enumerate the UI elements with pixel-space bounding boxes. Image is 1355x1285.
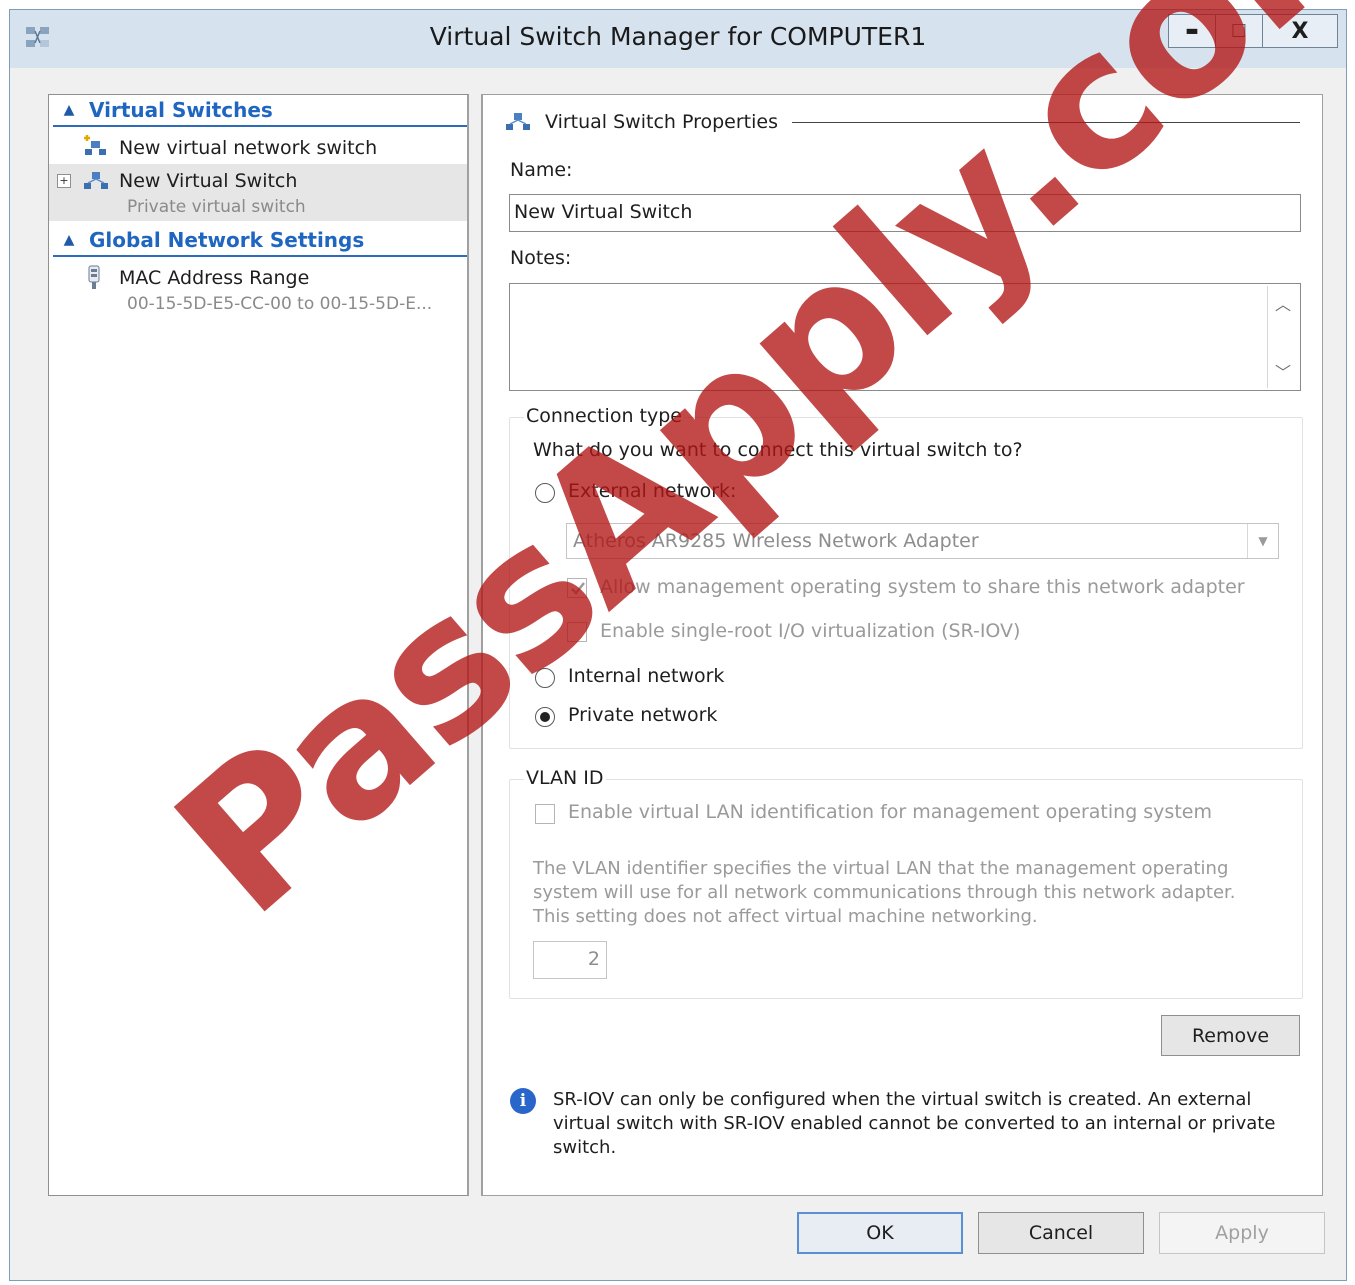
- expand-icon[interactable]: +: [57, 174, 71, 188]
- collapse-chevron-icon[interactable]: ▲: [57, 228, 81, 252]
- external-network-label: External network:: [568, 480, 737, 502]
- virtual-switches-heading: Virtual Switches: [89, 98, 273, 122]
- enable-sriov-label: Enable single-root I/O virtualization (S…: [600, 620, 1021, 642]
- private-network-radio-button[interactable]: [535, 707, 555, 727]
- global-network-settings-section-header[interactable]: ▲ Global Network Settings: [53, 225, 467, 257]
- vlan-id-legend: VLAN ID: [524, 767, 606, 789]
- cancel-button[interactable]: Cancel: [978, 1212, 1144, 1254]
- close-button[interactable]: X: [1262, 14, 1338, 48]
- internal-network-radio-button[interactable]: [535, 668, 555, 688]
- allow-management-checkbox-box[interactable]: [567, 578, 587, 598]
- header-divider: [792, 121, 1300, 123]
- allow-management-label: Allow management operating system to sha…: [600, 576, 1245, 598]
- apply-button[interactable]: Apply: [1159, 1212, 1325, 1254]
- internal-network-label: Internal network: [568, 665, 725, 687]
- checkmark-icon: [571, 582, 585, 595]
- scroll-down-icon[interactable]: ﹀: [1268, 356, 1298, 386]
- properties-pane: Virtual Switch Properties Name: New Virt…: [481, 94, 1323, 1196]
- sidebar-item-label: New virtual network switch: [119, 136, 378, 159]
- network-adapter-select[interactable]: Atheros AR9285 Wireless Network Adapter …: [566, 523, 1279, 559]
- window-controls: ▬ ☐ X: [1168, 14, 1338, 48]
- global-network-settings-heading: Global Network Settings: [89, 228, 365, 252]
- properties-header: Virtual Switch Properties: [503, 107, 1300, 137]
- nic-icon: [88, 265, 100, 289]
- vlan-id-field[interactable]: 2: [533, 941, 607, 979]
- navigation-pane: ▲ Virtual Switches New virtual network s…: [48, 94, 469, 1196]
- dialog-client-area: ▲ Virtual Switches New virtual network s…: [10, 68, 1346, 1280]
- properties-heading: Virtual Switch Properties: [545, 111, 779, 133]
- remove-button[interactable]: Remove: [1161, 1015, 1300, 1056]
- sidebar-item-new-virtual-switch[interactable]: + New Virtual Switch Private virtual swi…: [49, 164, 467, 221]
- enable-vlan-label: Enable virtual LAN identification for ma…: [568, 801, 1212, 823]
- private-network-label: Private network: [568, 704, 718, 726]
- name-label: Name:: [510, 159, 573, 181]
- dialog-window: Virtual Switch Manager for COMPUTER1 ▬ ☐…: [9, 9, 1347, 1281]
- sidebar-item-mac-address-range[interactable]: MAC Address Range 00-15-5D-E5-CC-00 to 0…: [49, 261, 467, 318]
- network-switch-icon: [506, 113, 530, 130]
- window-title: Virtual Switch Manager for COMPUTER1: [429, 22, 927, 51]
- sidebar-item-label: MAC Address Range: [119, 266, 310, 289]
- maximize-icon: ☐: [1230, 20, 1248, 42]
- radio-selected-dot: [540, 712, 550, 722]
- sriov-info-text: SR-IOV can only be configured when the v…: [553, 1089, 1276, 1158]
- vlan-id-value: 2: [587, 948, 600, 970]
- minimize-button[interactable]: ▬: [1168, 14, 1216, 48]
- minimize-icon: ▬: [1185, 23, 1199, 39]
- sidebar-item-new-virtual-network-switch[interactable]: New virtual network switch: [49, 131, 467, 164]
- network-adapter-value: Atheros AR9285 Wireless Network Adapter: [573, 530, 979, 552]
- collapse-chevron-icon[interactable]: ▲: [57, 98, 81, 122]
- info-icon: i: [510, 1088, 536, 1114]
- sidebar-item-subtitle: Private virtual switch: [127, 197, 306, 217]
- enable-vlan-checkbox-box[interactable]: [535, 804, 555, 824]
- new-switch-icon: [84, 134, 106, 155]
- scroll-up-icon[interactable]: ︿: [1268, 288, 1298, 318]
- external-network-radio-button[interactable]: [535, 483, 555, 503]
- dropdown-arrow-icon[interactable]: ▼: [1247, 524, 1278, 558]
- notes-label: Notes:: [510, 247, 572, 269]
- name-field-value: New Virtual Switch: [514, 201, 693, 223]
- connection-question: What do you want to connect this virtual…: [533, 439, 1023, 461]
- name-field[interactable]: New Virtual Switch: [509, 194, 1301, 232]
- ok-button[interactable]: OK: [797, 1212, 963, 1254]
- notes-field[interactable]: ︿ ﹀: [509, 283, 1301, 391]
- connection-type-legend: Connection type: [524, 405, 684, 427]
- close-icon: X: [1291, 18, 1309, 44]
- enable-sriov-checkbox-box[interactable]: [567, 622, 587, 642]
- mac-range-value: 00-15-5D-E5-CC-00 to 00-15-5D-E...: [127, 294, 433, 314]
- network-switch-icon: [84, 171, 108, 189]
- sidebar-item-label: New Virtual Switch: [119, 169, 298, 192]
- vlan-description: The VLAN identifier specifies the virtua…: [533, 858, 1236, 927]
- maximize-button[interactable]: ☐: [1215, 14, 1263, 48]
- virtual-switches-section-header[interactable]: ▲ Virtual Switches: [53, 95, 467, 127]
- notes-scrollbar[interactable]: ︿ ﹀: [1267, 286, 1298, 388]
- title-bar[interactable]: Virtual Switch Manager for COMPUTER1 ▬ ☐…: [10, 10, 1346, 68]
